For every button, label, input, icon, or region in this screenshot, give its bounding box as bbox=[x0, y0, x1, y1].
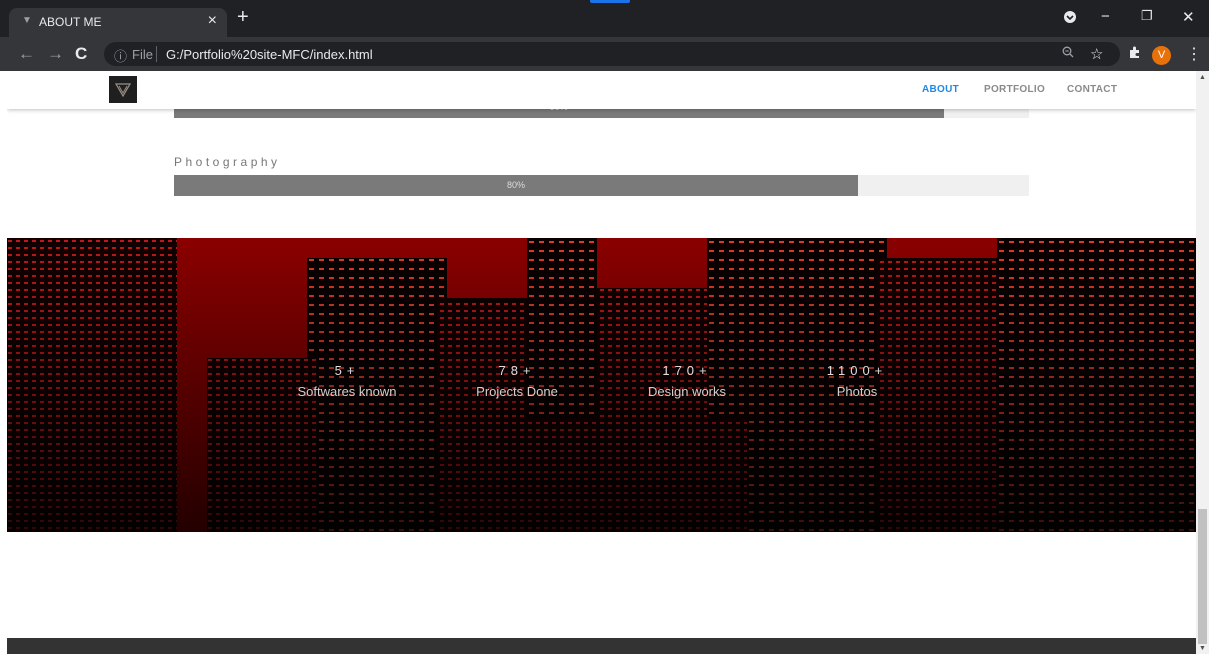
restore-button[interactable]: ❐ bbox=[1141, 8, 1153, 24]
tab-title: ABOUT ME bbox=[39, 15, 102, 29]
nav-portfolio[interactable]: PORTFOLIO bbox=[984, 84, 1045, 95]
city-skyline-background bbox=[7, 238, 1196, 532]
site-logo[interactable] bbox=[109, 76, 137, 103]
loading-indicator bbox=[590, 0, 630, 3]
stat-projects: 78+ Projects Done bbox=[437, 363, 597, 399]
browser-tabstrip: ▼ ABOUT ME × + − ❐ ✕ bbox=[0, 0, 1209, 37]
stat-label: Photos bbox=[836, 384, 878, 399]
close-window-button[interactable]: ✕ bbox=[1182, 8, 1195, 26]
stat-softwares: 5+ Softwares known bbox=[267, 363, 427, 399]
minimize-button[interactable]: − bbox=[1101, 8, 1110, 25]
reload-icon[interactable]: C bbox=[75, 44, 87, 64]
page-scrollbar[interactable]: ▲ ▼ bbox=[1196, 71, 1209, 654]
back-arrow-icon[interactable]: ← bbox=[18, 44, 35, 64]
profile-avatar[interactable]: V bbox=[1152, 46, 1171, 65]
stat-photos: 1100+ Photos bbox=[777, 363, 937, 399]
scroll-up-icon[interactable]: ▲ bbox=[1199, 74, 1206, 81]
skill-bar-fill: 80% bbox=[174, 175, 858, 196]
extensions-icon[interactable] bbox=[1128, 45, 1142, 63]
browser-tab[interactable]: ▼ ABOUT ME × bbox=[9, 8, 227, 37]
stat-label: Design works bbox=[647, 384, 727, 399]
address-url[interactable]: G:/Portfolio%20site-MFC/index.html bbox=[166, 47, 373, 62]
stat-label: Softwares known bbox=[297, 384, 397, 399]
scroll-down-icon[interactable]: ▼ bbox=[1199, 645, 1206, 652]
skill-label: Photography bbox=[174, 155, 281, 169]
address-bar[interactable]: ⓘ File G:/Portfolio%20site-MFC/index.htm… bbox=[104, 42, 1120, 66]
stat-number: 170+ bbox=[662, 363, 712, 378]
tab-search-icon[interactable] bbox=[1063, 10, 1077, 28]
bookmark-star-icon[interactable]: ☆ bbox=[1090, 45, 1103, 63]
new-tab-button[interactable]: + bbox=[237, 6, 249, 29]
address-separator bbox=[156, 46, 157, 62]
file-scheme-label: File bbox=[132, 47, 153, 62]
nav-contact[interactable]: CONTACT bbox=[1067, 84, 1117, 95]
tab-close-icon[interactable]: × bbox=[208, 12, 217, 30]
favicon-icon: ▼ bbox=[22, 15, 32, 26]
skill-bar-track: 80% bbox=[174, 175, 1029, 196]
nav-about[interactable]: ABOUT bbox=[922, 84, 959, 95]
info-icon[interactable]: ⓘ bbox=[114, 46, 127, 65]
stat-number: 1100+ bbox=[826, 363, 888, 378]
stat-number: 78+ bbox=[498, 363, 536, 378]
browser-menu-icon[interactable]: ⋮ bbox=[1186, 44, 1202, 64]
stat-number: 5+ bbox=[334, 363, 360, 378]
stats-banner: 5+ Softwares known 78+ Projects Done 170… bbox=[7, 238, 1196, 532]
browser-toolbar: ← → C ⓘ File G:/Portfolio%20site-MFC/ind… bbox=[0, 37, 1209, 71]
zoom-icon[interactable] bbox=[1062, 46, 1074, 61]
forward-arrow-icon[interactable]: → bbox=[47, 44, 64, 64]
page-viewport: ABOUT PORTFOLIO CONTACT 90% Photography … bbox=[7, 71, 1196, 654]
stat-design-works: 170+ Design works bbox=[607, 363, 767, 399]
scrollbar-thumb[interactable] bbox=[1198, 509, 1207, 644]
site-header: ABOUT PORTFOLIO CONTACT bbox=[7, 71, 1196, 109]
site-footer bbox=[7, 638, 1196, 654]
stat-label: Projects Done bbox=[476, 384, 558, 399]
logo-icon bbox=[115, 82, 131, 97]
